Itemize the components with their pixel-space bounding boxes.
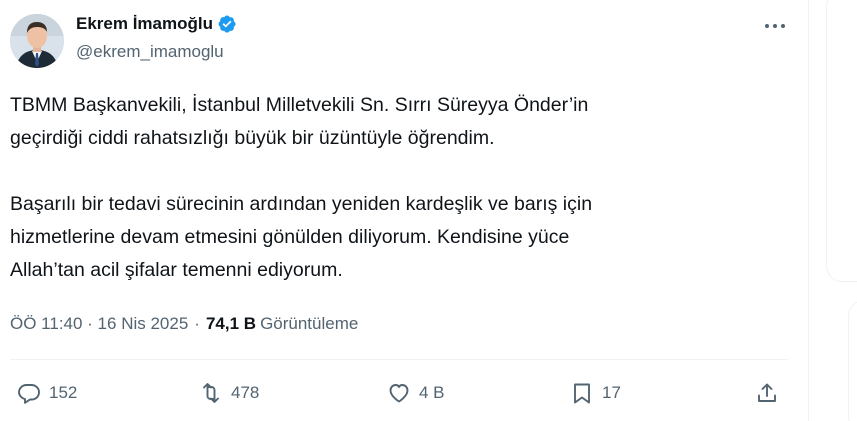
like-button[interactable]: 4 B — [387, 376, 445, 410]
retweet-count: 478 — [231, 383, 260, 402]
author-name-row: Ekrem İmamoğlu — [76, 12, 237, 36]
bookmark-icon — [574, 383, 590, 404]
retweet-button[interactable]: 478 — [199, 376, 259, 410]
bookmark-count: 17 — [602, 383, 621, 402]
reply-icon — [18, 384, 40, 404]
views-label: Görüntüleme — [260, 314, 359, 333]
meta-separator: · — [194, 314, 200, 333]
share-button[interactable] — [755, 376, 779, 410]
sidebar-card — [848, 300, 857, 421]
sidebar-card — [826, 0, 857, 282]
avatar[interactable] — [10, 14, 64, 68]
tweet-timestamp[interactable]: ÖÖ 11:40 · 16 Nis 2025 — [10, 314, 188, 334]
tweet-page: Ekrem İmamoğlu @ekrem_imamoglu TBMM Başk… — [0, 0, 857, 421]
column-divider — [808, 0, 809, 421]
tweet-meta: ÖÖ 11:40 · 16 Nis 2025 · 74,1 B Görüntül… — [10, 312, 358, 336]
verified-badge-icon[interactable] — [217, 14, 237, 34]
bookmark-button[interactable]: 17 — [570, 376, 621, 410]
author-handle[interactable]: @ekrem_imamoglu — [76, 42, 224, 62]
reply-count: 152 — [49, 383, 78, 402]
author-display-name[interactable]: Ekrem İmamoğlu — [76, 14, 213, 34]
action-bar: 152 478 4 B 17 — [0, 376, 808, 410]
heart-icon — [389, 384, 409, 403]
share-icon — [758, 383, 776, 402]
retweet-icon — [203, 383, 219, 403]
more-options-button[interactable] — [760, 14, 790, 38]
divider — [10, 359, 788, 360]
tweet-text: TBMM Başkanvekili, İstanbul Milletvekili… — [10, 94, 593, 281]
more-horizontal-icon — [765, 24, 785, 28]
reply-button[interactable]: 152 — [17, 376, 77, 410]
tweet-detail: Ekrem İmamoğlu @ekrem_imamoglu TBMM Başk… — [0, 0, 808, 421]
avatar-image — [10, 14, 64, 68]
views-count: 74,1 B — [205, 314, 257, 333]
like-count: 4 B — [419, 383, 445, 402]
